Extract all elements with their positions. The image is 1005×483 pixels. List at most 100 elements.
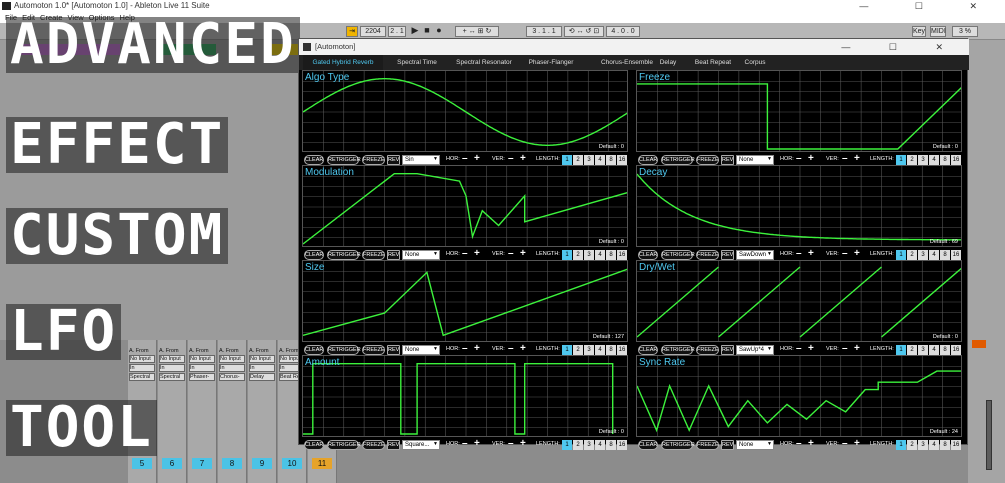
length-4-button[interactable]: 4 bbox=[595, 250, 605, 260]
ver-minus-button[interactable]: – bbox=[842, 248, 848, 259]
fx-chain-select[interactable]: Delay bbox=[249, 373, 275, 381]
freeze-button[interactable]: FREEZE bbox=[696, 250, 719, 260]
track-activator-button[interactable]: 10 bbox=[282, 458, 302, 469]
hor-minus-button[interactable]: – bbox=[796, 438, 802, 449]
retrigger-button[interactable]: RETRIGGER bbox=[661, 155, 695, 165]
length-16-button[interactable]: 16 bbox=[951, 345, 961, 355]
bars-field[interactable]: 2 . 1 bbox=[388, 26, 406, 37]
tab-spectral-time[interactable]: Spectral Time bbox=[385, 55, 449, 70]
length-3-button[interactable]: 3 bbox=[584, 155, 594, 165]
fx-chain-select[interactable]: Spectral bbox=[159, 373, 185, 381]
ver-plus-button[interactable]: + bbox=[854, 438, 860, 449]
reverse-button[interactable]: REV bbox=[387, 345, 400, 355]
ver-plus-button[interactable]: + bbox=[854, 153, 860, 164]
length-4-button[interactable]: 4 bbox=[929, 155, 939, 165]
lfo-graph[interactable] bbox=[637, 166, 962, 247]
lfo-graph[interactable] bbox=[637, 71, 962, 152]
length-3-button[interactable]: 3 bbox=[584, 345, 594, 355]
master-volume-fader[interactable] bbox=[986, 400, 992, 470]
hor-plus-button[interactable]: + bbox=[808, 438, 814, 449]
lfo-graph[interactable] bbox=[637, 261, 962, 342]
length-1-button[interactable]: 1 bbox=[562, 345, 572, 355]
lfo-graph[interactable] bbox=[303, 261, 628, 342]
length-8-button[interactable]: 8 bbox=[940, 155, 950, 165]
hor-plus-button[interactable]: + bbox=[808, 248, 814, 259]
hor-minus-button[interactable]: – bbox=[796, 248, 802, 259]
ver-minus-button[interactable]: – bbox=[508, 343, 514, 354]
fx-chain-select[interactable]: Phaser- bbox=[189, 373, 215, 381]
length-8-button[interactable]: 8 bbox=[940, 345, 950, 355]
hor-minus-button[interactable]: – bbox=[462, 343, 468, 354]
length-3-button[interactable]: 3 bbox=[918, 440, 928, 450]
tab-corpus[interactable]: Corpus bbox=[737, 55, 773, 70]
length-3-button[interactable]: 3 bbox=[584, 250, 594, 260]
tab-spectral-resonator[interactable]: Spectral Resonator bbox=[449, 55, 519, 70]
length-8-button[interactable]: 8 bbox=[940, 250, 950, 260]
length-3-button[interactable]: 3 bbox=[918, 250, 928, 260]
hor-minus-button[interactable]: – bbox=[462, 248, 468, 259]
length-2-button[interactable]: 2 bbox=[573, 440, 583, 450]
monitor-select[interactable]: In bbox=[189, 364, 215, 372]
hor-minus-button[interactable]: – bbox=[796, 153, 802, 164]
length-4-button[interactable]: 4 bbox=[595, 345, 605, 355]
freeze-button[interactable]: FREEZE bbox=[362, 250, 385, 260]
lfo-graph-panel[interactable]: Decay Default : 69 bbox=[636, 165, 962, 247]
ver-plus-button[interactable]: + bbox=[520, 438, 526, 449]
monitor-select[interactable]: In bbox=[219, 364, 245, 372]
clear-button[interactable]: CLEAR bbox=[638, 345, 658, 355]
length-16-button[interactable]: 16 bbox=[617, 155, 627, 165]
position-field[interactable]: 3 . 1 . 1 bbox=[526, 26, 562, 37]
monitor-select[interactable]: In bbox=[159, 364, 185, 372]
length-2-button[interactable]: 2 bbox=[573, 155, 583, 165]
lfo-graph-panel[interactable]: Dry/Wet Default : 0 bbox=[636, 260, 962, 342]
reverse-button[interactable]: REV bbox=[721, 345, 734, 355]
ver-minus-button[interactable]: – bbox=[508, 153, 514, 164]
hor-plus-button[interactable]: + bbox=[474, 153, 480, 164]
input-select[interactable]: No Input bbox=[129, 355, 155, 363]
clear-button[interactable]: CLEAR bbox=[304, 345, 324, 355]
monitor-select[interactable]: In bbox=[249, 364, 275, 372]
record-icon[interactable]: ● bbox=[434, 26, 444, 37]
freeze-button[interactable]: FREEZE bbox=[362, 440, 385, 450]
hor-minus-button[interactable]: – bbox=[462, 438, 468, 449]
ver-minus-button[interactable]: – bbox=[508, 438, 514, 449]
reverse-button[interactable]: REV bbox=[721, 250, 734, 260]
freeze-button[interactable]: FREEZE bbox=[696, 345, 719, 355]
lfo-graph-panel[interactable]: Size Default : 127 bbox=[302, 260, 628, 342]
length-1-button[interactable]: 1 bbox=[562, 250, 572, 260]
retrigger-button[interactable]: RETRIGGER bbox=[661, 250, 695, 260]
lfo-curve[interactable] bbox=[303, 173, 628, 245]
hor-plus-button[interactable]: + bbox=[474, 438, 480, 449]
tempo-follow-icon[interactable]: ⇥ bbox=[346, 26, 358, 37]
ver-minus-button[interactable]: – bbox=[842, 343, 848, 354]
freeze-button[interactable]: FREEZE bbox=[362, 345, 385, 355]
hor-minus-button[interactable]: – bbox=[462, 153, 468, 164]
length-16-button[interactable]: 16 bbox=[951, 250, 961, 260]
length-4-button[interactable]: 4 bbox=[595, 155, 605, 165]
length-1-button[interactable]: 1 bbox=[896, 440, 906, 450]
clear-button[interactable]: CLEAR bbox=[638, 440, 658, 450]
lfo-graph-panel[interactable]: Modulation Default : 0 bbox=[302, 165, 628, 247]
lfo-graph-panel[interactable]: Algo Type Default : 0 bbox=[302, 70, 628, 152]
length-16-button[interactable]: 16 bbox=[617, 250, 627, 260]
tab-delay[interactable]: Delay bbox=[649, 55, 687, 70]
midi-map-button[interactable]: MIDI bbox=[930, 26, 946, 37]
master-clip-stop-button[interactable] bbox=[972, 340, 986, 348]
clear-button[interactable]: CLEAR bbox=[638, 250, 658, 260]
length-16-button[interactable]: 16 bbox=[617, 440, 627, 450]
length-2-button[interactable]: 2 bbox=[907, 250, 917, 260]
window-controls[interactable]: — ☐ ✕ bbox=[859, 0, 999, 12]
lfo-curve[interactable] bbox=[303, 363, 614, 435]
tab-phaser-flanger[interactable]: Phaser-Flanger bbox=[519, 55, 583, 70]
ver-minus-button[interactable]: – bbox=[508, 248, 514, 259]
length-8-button[interactable]: 8 bbox=[606, 155, 616, 165]
hor-minus-button[interactable]: – bbox=[796, 343, 802, 354]
input-select[interactable]: No Input bbox=[249, 355, 275, 363]
retrigger-button[interactable]: RETRIGGER bbox=[661, 440, 695, 450]
retrigger-button[interactable]: RETRIGGER bbox=[327, 345, 361, 355]
length-16-button[interactable]: 16 bbox=[951, 155, 961, 165]
length-4-button[interactable]: 4 bbox=[929, 250, 939, 260]
input-select[interactable]: No Input bbox=[189, 355, 215, 363]
length-3-button[interactable]: 3 bbox=[918, 155, 928, 165]
hor-plus-button[interactable]: + bbox=[808, 343, 814, 354]
